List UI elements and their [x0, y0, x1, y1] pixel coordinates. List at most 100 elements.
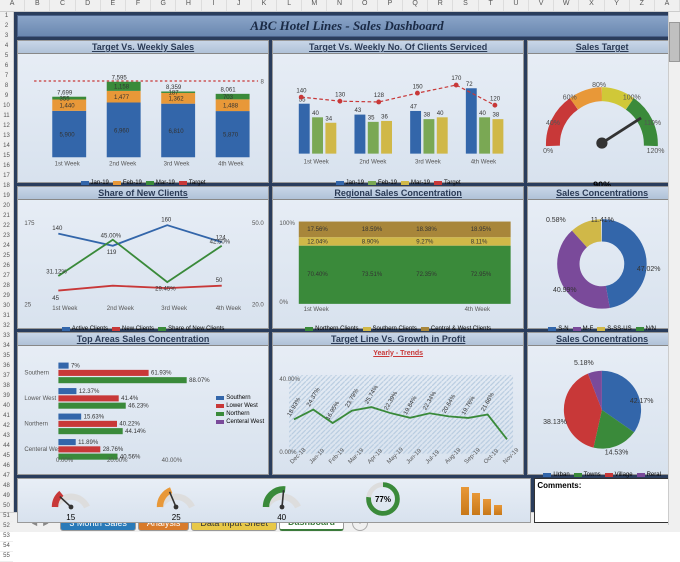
svg-text:36: 36: [381, 115, 388, 121]
svg-text:29.45%: 29.45%: [155, 286, 176, 292]
svg-text:100%: 100%: [280, 221, 296, 227]
panel-header: Regional Sales Concentration: [273, 187, 523, 200]
panel-sales-concentration-2: Sales Concentrations 42.17% 14.53% 38.13…: [527, 332, 677, 475]
svg-text:9.27%: 9.27%: [416, 239, 434, 245]
panel-sales-target-gauge: Sales Target 0% 40% 60% 80% 100%: [527, 40, 677, 183]
yearly-trends-label: Yearly - Trends: [277, 350, 519, 357]
svg-text:130: 130: [335, 92, 346, 98]
panel-regional-concentration: Regional Sales Concentration 100%0% 17.5…: [272, 186, 524, 329]
svg-text:14.53%: 14.53%: [605, 449, 629, 456]
svg-text:38: 38: [493, 113, 500, 119]
svg-text:0%: 0%: [280, 300, 289, 306]
svg-text:6,810: 6,810: [168, 129, 184, 135]
svg-text:18.59%: 18.59%: [362, 227, 383, 233]
svg-text:11.89%: 11.89%: [78, 440, 99, 446]
horizontal-bar-chart: Southern7%61.93%88.07%Lower West12.37%41…: [22, 350, 216, 470]
vertical-scrollbar[interactable]: [668, 12, 680, 525]
svg-text:8,061: 8,061: [221, 87, 237, 93]
svg-text:43: 43: [355, 108, 362, 114]
svg-text:60%: 60%: [563, 95, 577, 102]
svg-text:355: 355: [60, 97, 71, 103]
svg-text:3rd Week: 3rd Week: [164, 162, 191, 168]
svg-text:5.18%: 5.18%: [574, 360, 594, 367]
svg-text:40%: 40%: [546, 120, 560, 127]
svg-text:175: 175: [24, 221, 35, 227]
svg-text:3rd Week: 3rd Week: [415, 159, 442, 165]
svg-text:187: 187: [168, 91, 179, 97]
donut-chart: 47.02% 40.99% 11.41% 0.58%: [532, 204, 672, 324]
stacked-area-chart: 100%0% 17.56%18.59% 18.38%18.95% 12.04%8…: [277, 204, 519, 324]
svg-text:703: 703: [223, 95, 234, 101]
panel-header: Target Line Vs. Growth in Profit: [273, 333, 523, 346]
svg-text:4th Week: 4th Week: [216, 306, 242, 312]
svg-text:18.38%: 18.38%: [416, 227, 437, 233]
svg-text:120%: 120%: [647, 148, 665, 155]
svg-text:8.11%: 8.11%: [471, 239, 488, 245]
svg-text:15.63%: 15.63%: [84, 414, 105, 420]
panel-top-areas: Top Areas Sales Concentration Southern7%…: [17, 332, 269, 475]
panel-target-weekly-sales: Target Vs. Weekly Sales 5,9001,4403557,6…: [17, 40, 269, 183]
svg-text:12.37%: 12.37%: [79, 389, 100, 395]
svg-text:1,477: 1,477: [114, 95, 130, 101]
svg-text:1st Week: 1st Week: [304, 159, 330, 165]
svg-text:35: 35: [368, 115, 375, 121]
panel-header: Sales Concentrations: [528, 187, 676, 200]
svg-text:119: 119: [107, 250, 117, 256]
svg-text:2nd Week: 2nd Week: [107, 306, 135, 312]
panel-header: Sales Concentrations: [528, 333, 676, 346]
svg-text:2nd Week: 2nd Week: [109, 162, 137, 168]
panel-target-clients-serviced: Target Vs. Weekly No. Of Clients Service…: [272, 40, 524, 183]
svg-text:50.00%: 50.00%: [252, 221, 264, 227]
dashboard-title: ABC Hotel Lines - Sales Dashboard: [17, 15, 677, 37]
panel-header: Target Vs. Weekly No. Of Clients Service…: [273, 41, 523, 54]
svg-text:Northern: Northern: [24, 421, 48, 427]
svg-text:38.13%: 38.13%: [543, 419, 567, 426]
mini-gauge-2: 25: [152, 479, 200, 522]
svg-text:42.50%: 42.50%: [210, 239, 231, 245]
svg-text:73.51%: 73.51%: [362, 272, 383, 278]
gauge-chart: 0% 40% 60% 80% 100% 110% 120%: [532, 58, 672, 178]
svg-text:0%: 0%: [543, 148, 553, 155]
svg-text:6,960: 6,960: [114, 128, 130, 134]
svg-text:5,870: 5,870: [223, 133, 239, 139]
svg-text:77%: 77%: [375, 495, 391, 504]
svg-text:72.95%: 72.95%: [471, 272, 492, 278]
pie-chart: 42.17% 14.53% 38.13% 5.18%: [532, 350, 672, 470]
svg-text:25: 25: [24, 302, 31, 308]
svg-text:45: 45: [52, 296, 59, 302]
svg-text:70.40%: 70.40%: [307, 272, 328, 278]
svg-text:4th Week: 4th Week: [465, 307, 491, 313]
svg-text:7,595: 7,595: [112, 75, 128, 81]
mini-gauge-4: 77%: [363, 479, 403, 521]
gauge-value: 40: [258, 513, 306, 522]
svg-text:41.4%: 41.4%: [121, 396, 139, 402]
svg-text:2nd Week: 2nd Week: [359, 159, 387, 165]
panel-header: Target Vs. Weekly Sales: [18, 41, 268, 54]
panel-header: Sales Target: [528, 41, 676, 54]
panel-sales-concentration-1: Sales Concentrations 47.02% 40.99% 11.41…: [527, 186, 677, 329]
svg-text:Southern: Southern: [24, 370, 49, 376]
column-headers: ABCDEFGHIJKLMNOPQRSTUVWXYZA: [0, 0, 680, 12]
mini-gauge-3: 40: [258, 479, 306, 522]
svg-text:72: 72: [466, 82, 473, 88]
svg-text:40.00%: 40.00%: [280, 377, 301, 383]
panel-header: Share of New Clients: [18, 187, 268, 200]
svg-text:61.93%: 61.93%: [151, 370, 172, 376]
svg-text:1,440: 1,440: [60, 104, 76, 110]
svg-text:40.00%: 40.00%: [162, 458, 183, 464]
svg-text:42.17%: 42.17%: [630, 398, 654, 405]
svg-text:88.07%: 88.07%: [189, 378, 210, 384]
mini-gauge-1: 15: [47, 479, 95, 522]
gauge-value: 25: [152, 513, 200, 522]
svg-text:47: 47: [410, 105, 417, 111]
svg-text:8,359: 8,359: [166, 85, 182, 91]
svg-text:50: 50: [216, 278, 223, 284]
dashboard: ABC Hotel Lines - Sales Dashboard Target…: [14, 12, 680, 512]
comments-box[interactable]: Comments:: [534, 478, 677, 523]
svg-text:40: 40: [437, 111, 444, 117]
svg-text:Centeral West: Centeral West: [24, 447, 63, 453]
svg-text:150: 150: [413, 84, 424, 90]
svg-text:20.00%: 20.00%: [107, 458, 128, 464]
svg-text:4th Week: 4th Week: [218, 162, 244, 168]
legend: Urban Towns Village Reral: [532, 472, 672, 478]
